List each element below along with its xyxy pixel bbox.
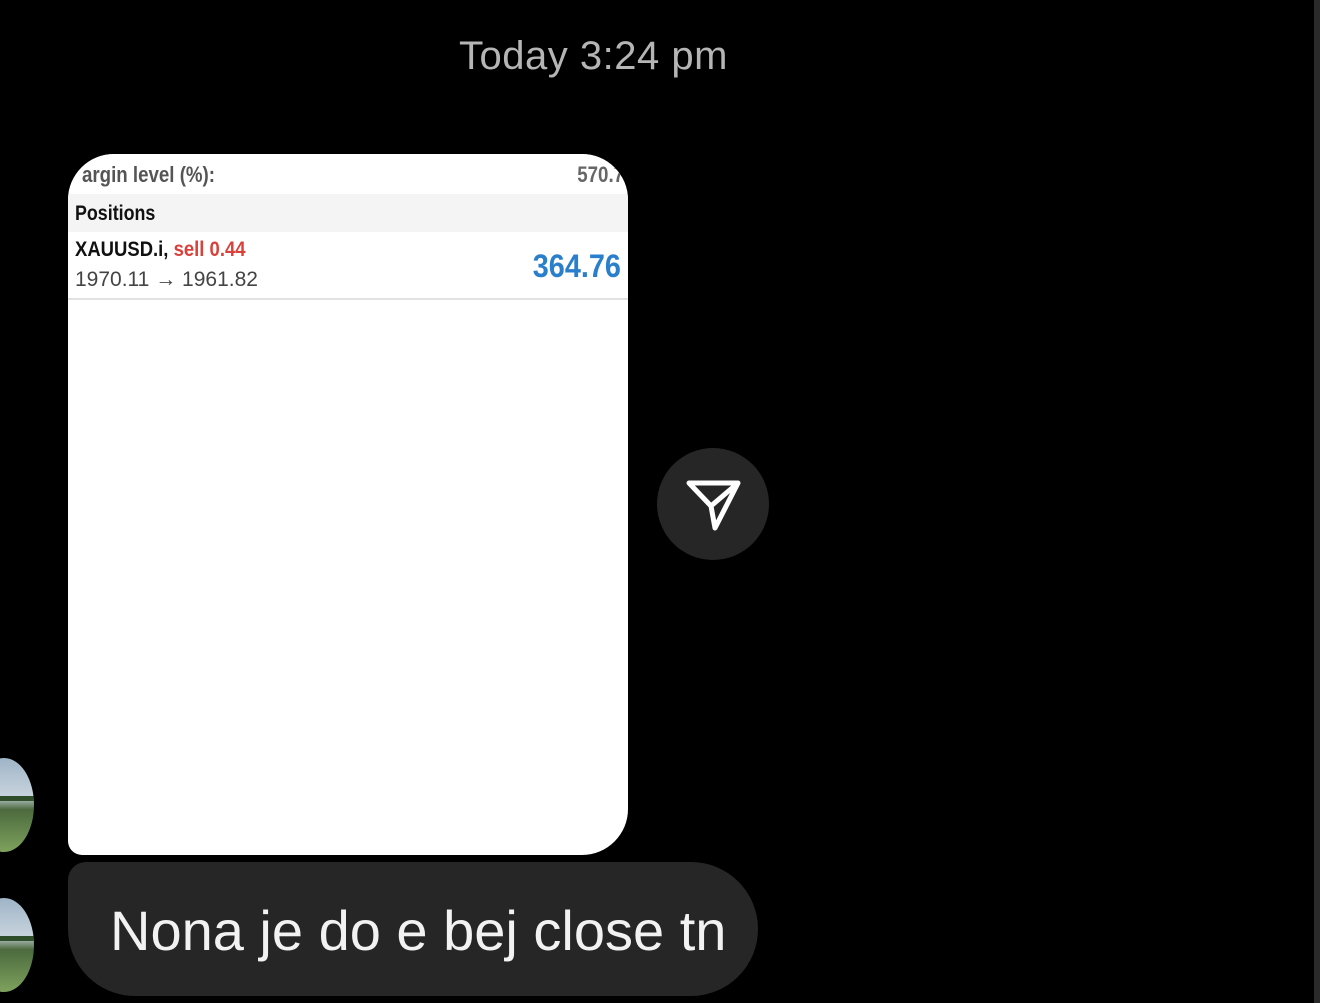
margin-level-label: argin level (%): (82, 162, 216, 187)
position-row: XAUUSD.i, sell 0.44 1970.11 → 1961.82 36… (68, 232, 628, 300)
text-message-bubble[interactable]: Nona je do e bej close tn (68, 862, 758, 996)
position-side-volume: sell 0.44 (173, 238, 246, 261)
position-profit: 364.76 (532, 248, 621, 284)
positions-header: Positions (68, 194, 628, 232)
shared-image-message[interactable]: argin level (%): 570.7 Positions XAUUSD.… (68, 154, 628, 855)
margin-level-row: argin level (%): 570.7 (68, 154, 628, 194)
message-timestamp: Today 3:24 pm (459, 34, 728, 78)
sender-avatar[interactable] (0, 898, 34, 992)
forward-button[interactable] (657, 448, 769, 560)
position-open-price: 1970.11 (75, 268, 150, 291)
positions-label: Positions (75, 202, 156, 225)
position-current-price: 1961.82 (182, 268, 258, 291)
text-message-content: Nona je do e bej close tn (110, 899, 727, 962)
send-icon (686, 480, 741, 531)
chat-screen: Today 3:24 pm argin level (%): 570.7 Pos… (0, 0, 1320, 1003)
margin-level-value: 570.7 (577, 162, 624, 187)
sender-avatar[interactable] (0, 758, 34, 852)
arrow-right-icon: → (155, 268, 177, 291)
position-symbol: XAUUSD.i, (75, 238, 169, 261)
position-symbol-line: XAUUSD.i, sell 0.44 (75, 238, 246, 262)
screen-edge (1314, 0, 1320, 1003)
position-prices: 1970.11 → 1961.82 (75, 268, 258, 292)
